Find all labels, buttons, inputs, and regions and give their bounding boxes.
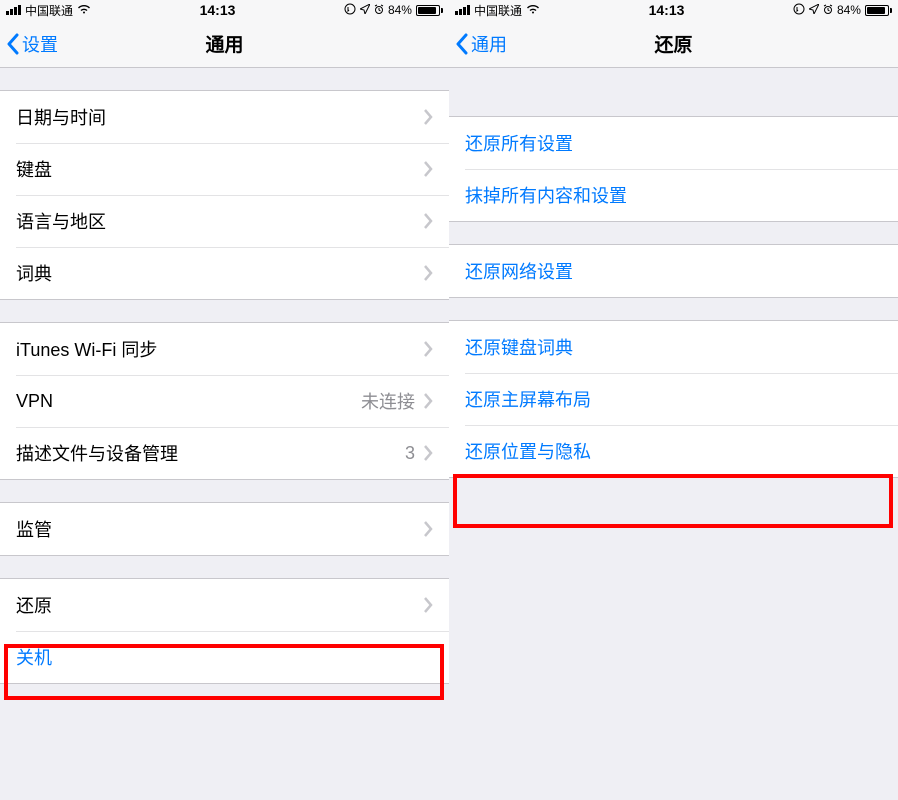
- row-reset-home[interactable]: 还原主屏幕布局: [449, 373, 898, 425]
- chevron-left-icon: [455, 33, 469, 55]
- status-bar: 中国联通 14:13 84%: [449, 0, 898, 20]
- page-title: 通用: [0, 30, 449, 57]
- row-label: iTunes Wi-Fi 同步: [16, 336, 423, 362]
- row-label: 描述文件与设备管理: [16, 440, 405, 466]
- back-label: 通用: [471, 31, 507, 57]
- alarm-icon: [374, 3, 384, 17]
- row-label: 关机: [16, 644, 433, 670]
- back-label: 设置: [22, 31, 58, 57]
- settings-list: 日期与时间 键盘 语言与地区 词典 iTunes Wi-F: [0, 68, 449, 800]
- row-reset[interactable]: 还原: [0, 579, 449, 631]
- wifi-icon: [526, 3, 540, 17]
- chevron-right-icon: [423, 597, 433, 613]
- row-label: 键盘: [16, 156, 423, 182]
- row-itunes-wifi[interactable]: iTunes Wi-Fi 同步: [0, 323, 449, 375]
- row-label: 还原键盘词典: [465, 334, 573, 360]
- chevron-right-icon: [423, 521, 433, 537]
- back-button[interactable]: 通用: [449, 31, 507, 57]
- chevron-right-icon: [423, 161, 433, 177]
- rotation-lock-icon: [793, 3, 805, 18]
- status-bar: 中国联通 14:13 84%: [0, 0, 449, 20]
- chevron-left-icon: [6, 33, 20, 55]
- chevron-right-icon: [423, 109, 433, 125]
- row-label: 抹掉所有内容和设置: [465, 182, 627, 208]
- clock: 14:13: [200, 2, 236, 18]
- row-reset-keyboard[interactable]: 还原键盘词典: [449, 321, 898, 373]
- row-label: 监管: [16, 516, 423, 542]
- row-shutdown[interactable]: 关机: [0, 631, 449, 683]
- row-date-time[interactable]: 日期与时间: [0, 91, 449, 143]
- chevron-right-icon: [423, 213, 433, 229]
- carrier-label: 中国联通: [25, 2, 73, 19]
- chevron-right-icon: [423, 265, 433, 281]
- row-label: 还原主屏幕布局: [465, 386, 591, 412]
- row-value: 3: [405, 443, 415, 464]
- clock: 14:13: [649, 2, 685, 18]
- row-erase-all[interactable]: 抹掉所有内容和设置: [449, 169, 898, 221]
- row-dictionary[interactable]: 词典: [0, 247, 449, 299]
- chevron-right-icon: [423, 393, 433, 409]
- row-label: 语言与地区: [16, 208, 423, 234]
- row-reset-network[interactable]: 还原网络设置: [449, 245, 898, 297]
- row-value: 未连接: [361, 388, 415, 414]
- battery-pct: 84%: [388, 3, 412, 17]
- row-label: 还原网络设置: [465, 258, 573, 284]
- battery-pct: 84%: [837, 3, 861, 17]
- battery-icon: [865, 5, 892, 16]
- row-label: 词典: [16, 260, 423, 286]
- row-vpn[interactable]: VPN 未连接: [0, 375, 449, 427]
- chevron-right-icon: [423, 445, 433, 461]
- nav-bar: 设置 通用: [0, 20, 449, 68]
- row-language-region[interactable]: 语言与地区: [0, 195, 449, 247]
- phone-general: 中国联通 14:13 84% 设置 通用 日期与时间: [0, 0, 449, 800]
- row-regulatory[interactable]: 监管: [0, 503, 449, 555]
- location-icon: [360, 3, 370, 17]
- signal-bars-icon: [455, 5, 470, 15]
- battery-icon: [416, 5, 443, 16]
- page-title: 还原: [449, 30, 898, 57]
- nav-bar: 通用 还原: [449, 20, 898, 68]
- row-reset-location[interactable]: 还原位置与隐私: [449, 425, 898, 477]
- phone-reset: 中国联通 14:13 84% 通用 还原 还原所有设置: [449, 0, 898, 800]
- wifi-icon: [77, 3, 91, 17]
- alarm-icon: [823, 3, 833, 17]
- row-reset-all[interactable]: 还原所有设置: [449, 117, 898, 169]
- row-label: 还原: [16, 592, 423, 618]
- row-label: 日期与时间: [16, 104, 423, 130]
- reset-list: 还原所有设置 抹掉所有内容和设置 还原网络设置 还原键盘词典 还原主屏幕布局: [449, 68, 898, 800]
- back-button[interactable]: 设置: [0, 31, 58, 57]
- rotation-lock-icon: [344, 3, 356, 18]
- row-keyboard[interactable]: 键盘: [0, 143, 449, 195]
- chevron-right-icon: [423, 341, 433, 357]
- carrier-label: 中国联通: [474, 2, 522, 19]
- row-label: 还原所有设置: [465, 130, 573, 156]
- row-profiles[interactable]: 描述文件与设备管理 3: [0, 427, 449, 479]
- location-icon: [809, 3, 819, 17]
- row-label: VPN: [16, 391, 361, 412]
- row-label: 还原位置与隐私: [465, 438, 591, 464]
- signal-bars-icon: [6, 5, 21, 15]
